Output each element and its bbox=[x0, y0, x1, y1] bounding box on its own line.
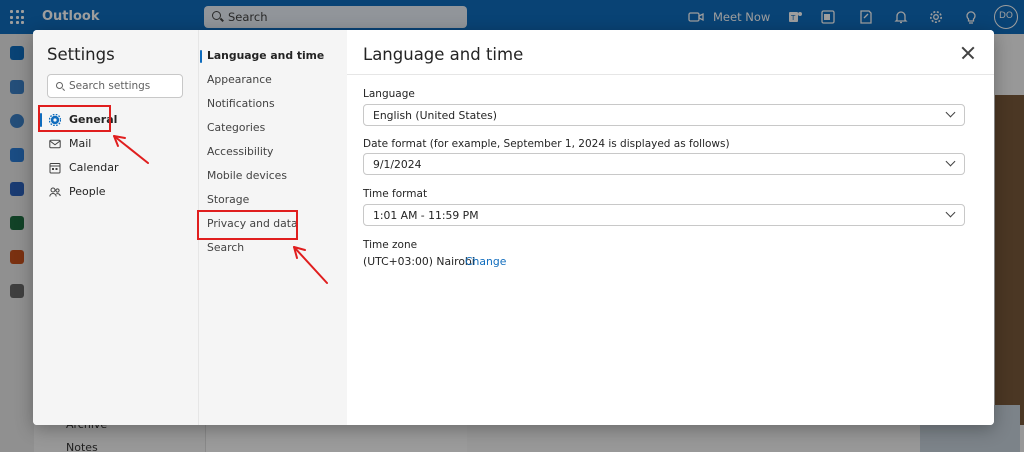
chevron-down-icon bbox=[945, 107, 956, 118]
date-format-value: 9/1/2024 bbox=[373, 158, 422, 171]
date-format-label: Date format (for example, September 1, 2… bbox=[363, 138, 730, 150]
subcategory-label: Mobile devices bbox=[207, 169, 287, 182]
search-icon bbox=[56, 82, 63, 89]
language-label: Language bbox=[363, 88, 415, 100]
pane-title: Language and time bbox=[363, 45, 524, 64]
category-people[interactable]: People bbox=[47, 182, 187, 202]
subcategory-label: Language and time bbox=[207, 49, 325, 62]
subcategory-accessibility[interactable]: Accessibility bbox=[207, 145, 273, 158]
settings-search-input[interactable]: Search settings bbox=[47, 74, 183, 98]
category-mail[interactable]: Mail bbox=[47, 134, 187, 154]
subcategory-label: Appearance bbox=[207, 73, 272, 86]
subcategory-label: Storage bbox=[207, 193, 250, 206]
category-calendar[interactable]: Calendar bbox=[47, 158, 187, 178]
mail-icon bbox=[49, 139, 61, 149]
subcategory-categories[interactable]: Categories bbox=[207, 121, 265, 134]
close-icon[interactable] bbox=[955, 40, 981, 66]
category-label: Mail bbox=[69, 137, 92, 150]
subcategory-search[interactable]: Search bbox=[207, 241, 244, 254]
active-indicator bbox=[200, 50, 202, 63]
settings-search-placeholder: Search settings bbox=[69, 80, 151, 92]
language-value: English (United States) bbox=[373, 109, 497, 122]
time-zone-label: Time zone bbox=[363, 239, 418, 251]
settings-categories-pane: Settings Search settings General Mail Ca… bbox=[33, 30, 198, 425]
subcategory-label: Notifications bbox=[207, 97, 275, 110]
language-select[interactable]: English (United States) bbox=[363, 104, 965, 126]
header-divider bbox=[347, 74, 994, 75]
date-format-select[interactable]: 9/1/2024 bbox=[363, 153, 965, 175]
settings-title: Settings bbox=[47, 45, 115, 64]
time-format-select[interactable]: 1:01 AM - 11:59 PM bbox=[363, 204, 965, 226]
change-time-zone-link[interactable]: Change bbox=[465, 255, 506, 268]
subcategory-label: Accessibility bbox=[207, 145, 274, 158]
highlight-box-privacy bbox=[197, 210, 298, 240]
highlight-box-general bbox=[38, 105, 111, 132]
settings-content-pane: Language and time Language English (Unit… bbox=[347, 30, 994, 425]
subcategory-notifications[interactable]: Notifications bbox=[207, 97, 275, 110]
chevron-down-icon bbox=[945, 156, 956, 167]
subcategory-mobile-devices[interactable]: Mobile devices bbox=[207, 169, 287, 182]
calendar-icon bbox=[49, 163, 61, 174]
time-format-label: Time format bbox=[363, 188, 428, 200]
subcategory-label: Search bbox=[207, 241, 245, 254]
time-zone-value: (UTC+03:00) Nairobi bbox=[363, 255, 475, 268]
subcategory-language-and-time[interactable]: Language and time bbox=[200, 49, 325, 63]
subcategory-appearance[interactable]: Appearance bbox=[207, 73, 272, 86]
subcategory-storage[interactable]: Storage bbox=[207, 193, 249, 206]
category-label: Calendar bbox=[69, 161, 119, 174]
people-icon bbox=[49, 187, 61, 197]
time-format-value: 1:01 AM - 11:59 PM bbox=[373, 209, 479, 222]
chevron-down-icon bbox=[945, 207, 956, 218]
subcategory-label: Categories bbox=[207, 121, 266, 134]
category-label: People bbox=[69, 185, 106, 198]
settings-dialog: Settings Search settings General Mail Ca… bbox=[33, 30, 994, 425]
